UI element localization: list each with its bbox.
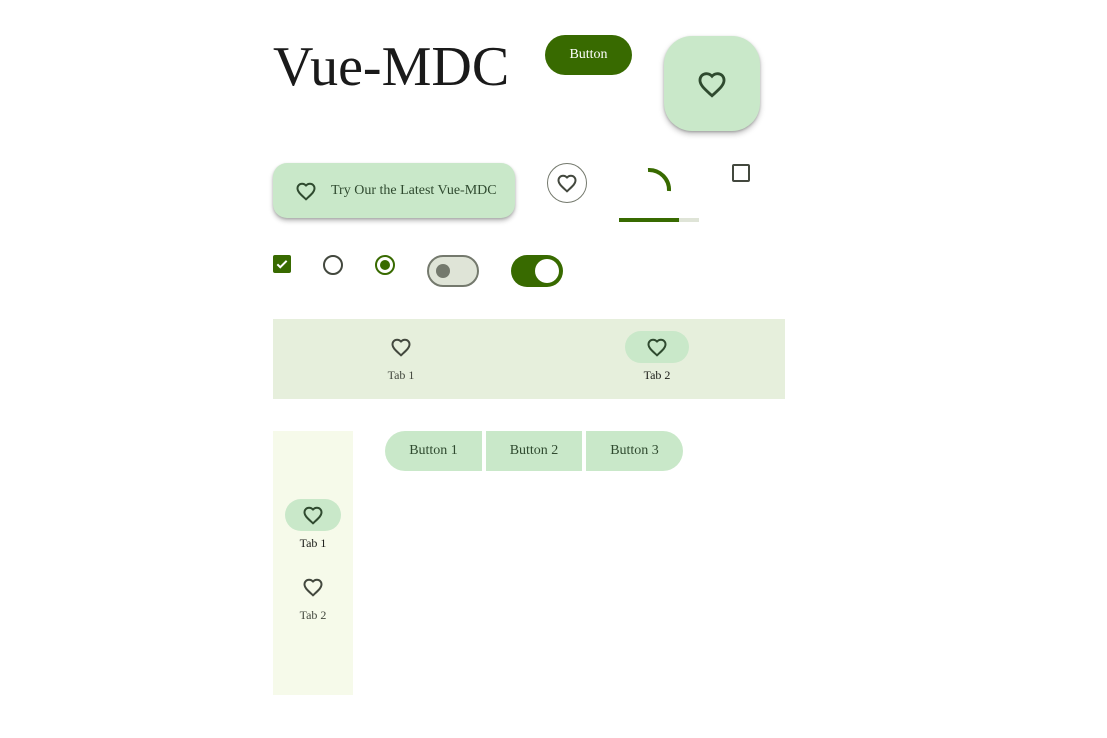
radio-unselected[interactable] <box>323 255 343 275</box>
heart-icon <box>296 182 316 201</box>
outlined-icon-button[interactable] <box>547 163 587 203</box>
nav-bar-item-tab-2[interactable]: Tab 2 <box>625 331 689 383</box>
navigation-bar: Tab 1 Tab 2 <box>273 319 785 399</box>
radio-selected[interactable] <box>375 255 395 275</box>
check-icon <box>276 260 288 269</box>
checkbox-unchecked[interactable] <box>732 164 750 182</box>
switch-thumb <box>535 259 559 283</box>
nav-bar-active-indicator <box>625 331 689 363</box>
switch-off[interactable] <box>427 255 479 287</box>
heart-icon <box>391 338 411 357</box>
heart-icon <box>557 174 577 193</box>
switch-on[interactable] <box>511 255 563 287</box>
nav-rail-active-indicator <box>285 499 341 531</box>
heart-icon <box>303 506 323 525</box>
nav-bar-label: Tab 1 <box>387 368 415 382</box>
radio-dot <box>380 260 390 270</box>
segmented-button-3[interactable]: Button 3 <box>586 431 683 471</box>
nav-rail-label: Tab 1 <box>299 536 327 550</box>
nav-rail-item-tab-2[interactable]: Tab 2 <box>285 571 341 623</box>
checkbox-checked[interactable] <box>273 255 291 273</box>
page-title: Vue-MDC <box>273 36 510 98</box>
nav-rail-label: Tab 2 <box>299 608 327 622</box>
filled-button[interactable]: Button <box>545 35 632 75</box>
heart-icon <box>647 338 667 357</box>
segmented-button-1[interactable]: Button 1 <box>385 431 482 471</box>
nav-rail-item-tab-1[interactable]: Tab 1 <box>285 499 341 551</box>
segmented-button-2[interactable]: Button 2 <box>486 431 582 471</box>
nav-bar-item-tab-1[interactable]: Tab 1 <box>369 331 433 383</box>
heart-icon <box>303 578 323 597</box>
nav-bar-label: Tab 2 <box>643 368 671 382</box>
linear-progress-fill <box>619 218 679 222</box>
navigation-rail: Tab 1 Tab 2 <box>273 431 353 695</box>
large-fab[interactable] <box>664 36 760 131</box>
nav-bar-indicator <box>369 331 433 363</box>
extended-fab[interactable]: Try Our the Latest Vue-MDC <box>273 163 515 218</box>
heart-icon <box>698 71 726 98</box>
circular-progress <box>647 168 671 192</box>
linear-progress <box>619 218 699 222</box>
nav-rail-indicator <box>285 571 341 603</box>
switch-thumb <box>436 264 450 278</box>
extended-fab-label: Try Our the Latest Vue-MDC <box>331 182 497 198</box>
